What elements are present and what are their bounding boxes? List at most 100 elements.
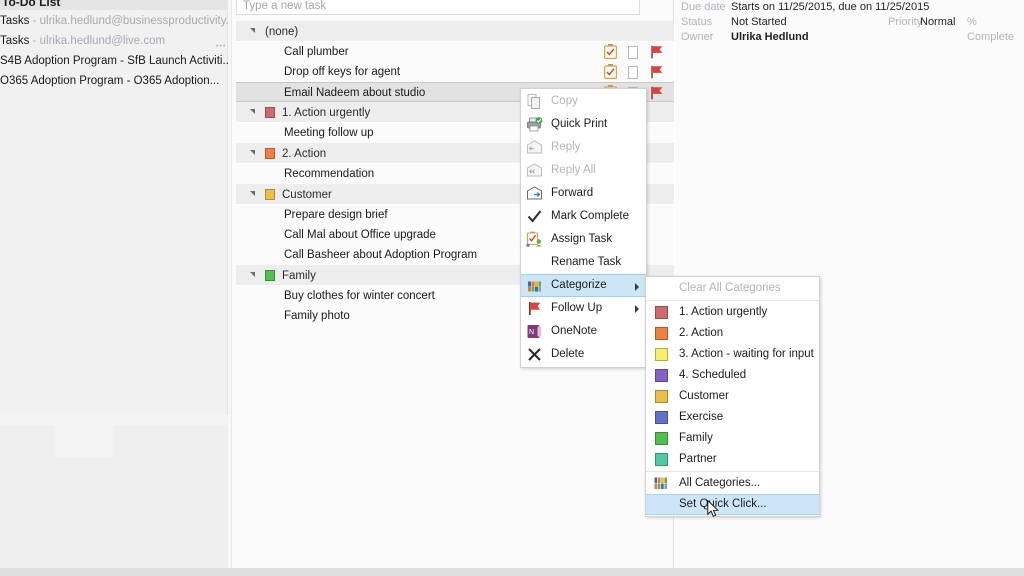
folder-item-tasks-business[interactable]: Tasks - ulrika.hedlund@businessproductiv…: [0, 11, 228, 31]
menu-item-label: Forward: [551, 187, 594, 199]
chevron-right-icon: [635, 283, 639, 291]
categorize-icon: [654, 477, 667, 489]
reminder-checkbox-icon[interactable]: [628, 66, 638, 79]
folder-pane-lower-area: [0, 425, 228, 568]
submenu-item-label: 3. Action - waiting for input: [679, 348, 814, 360]
submenu-item-category-waiting-for-input[interactable]: 3. Action - waiting for input: [646, 344, 819, 365]
menu-item-mark-complete[interactable]: Mark Complete: [521, 205, 646, 228]
task-group-label: Customer: [282, 189, 332, 201]
task-title: Call Mal about Office upgrade: [284, 229, 436, 241]
task-title: Call plumber: [284, 46, 349, 58]
task-group-label: Family: [282, 270, 316, 282]
submenu-item-category-family[interactable]: Family: [646, 428, 819, 449]
priority-label: Priority: [888, 16, 923, 28]
task-group-header-none[interactable]: (none): [236, 21, 674, 42]
task-row[interactable]: Call plumber: [236, 42, 674, 62]
submenu-item-category-customer[interactable]: Customer: [646, 386, 819, 407]
category-color-swatch: [265, 189, 275, 200]
task-title: Drop off keys for agent: [284, 66, 401, 78]
collapse-triangle-icon[interactable]: [250, 109, 255, 114]
task-title: Family photo: [284, 310, 350, 322]
menu-item-categorize[interactable]: Categorize: [521, 274, 646, 297]
follow-up-flag-icon[interactable]: [650, 65, 664, 79]
submenu-item-all-categories[interactable]: All Categories...: [646, 473, 819, 494]
menu-item-label: Assign Task: [551, 233, 613, 245]
clipboard-check-icon[interactable]: [604, 64, 617, 79]
menu-item-rename-task[interactable]: Rename Task: [521, 251, 646, 274]
menu-item-label: Follow Up: [551, 302, 603, 314]
folder-item-sep: -: [29, 15, 40, 27]
forward-icon: [527, 186, 542, 200]
submenu-separator: [646, 300, 819, 301]
assign-task-icon: [526, 231, 542, 247]
category-color-swatch: [655, 306, 668, 319]
outlook-todo-window: To-Do List Tasks - ulrika.hedlund@busine…: [0, 0, 1024, 576]
task-title: Recommendation: [284, 168, 375, 180]
task-row-icons: [604, 43, 670, 61]
task-row[interactable]: Drop off keys for agent: [236, 62, 674, 82]
submenu-item-label: Set Quick Click...: [679, 498, 767, 510]
task-row-icons: [604, 63, 670, 81]
detail-label: Owner: [681, 31, 714, 43]
menu-item-onenote[interactable]: N OneNote: [521, 320, 646, 343]
menu-item-reply-all[interactable]: Reply All: [521, 159, 646, 182]
new-task-input[interactable]: Type a new task: [236, 0, 640, 15]
delete-x-icon: [528, 348, 541, 361]
category-color-swatch: [655, 348, 668, 361]
priority-value: Normal: [920, 16, 956, 28]
category-color-swatch: [655, 432, 668, 445]
follow-up-flag-icon[interactable]: [650, 86, 664, 100]
submenu-item-label: Exercise: [679, 411, 724, 423]
detail-row-status: Status Not Started Priority Normal % Com…: [681, 15, 1024, 43]
categorize-submenu: Clear All Categories 1. Action urgently …: [645, 276, 820, 517]
folder-pane-placeholder-block: [55, 425, 113, 457]
submenu-item-category-exercise[interactable]: Exercise: [646, 407, 819, 428]
task-title: Meeting follow up: [284, 127, 374, 139]
submenu-item-category-action-urgently[interactable]: 1. Action urgently: [646, 302, 819, 323]
menu-item-reply[interactable]: Reply: [521, 136, 646, 159]
menu-item-forward[interactable]: Forward: [521, 182, 646, 205]
collapse-triangle-icon[interactable]: [250, 191, 255, 196]
folder-item-name: O365 Adoption Program - O365 Adoption...: [0, 75, 220, 87]
category-color-swatch: [655, 453, 668, 466]
folder-item-tasks-live[interactable]: Tasks - ulrika.hedlund@live.com: [0, 31, 228, 51]
detail-row-due-date: Due date Starts on 11/25/2015, due on 11…: [681, 0, 1024, 15]
reminder-checkbox-icon[interactable]: [628, 46, 638, 59]
menu-item-delete[interactable]: Delete: [521, 343, 646, 366]
category-color-swatch: [655, 390, 668, 403]
menu-item-copy[interactable]: Copy: [521, 90, 646, 113]
clipboard-check-icon[interactable]: [604, 44, 617, 59]
task-title: Buy clothes for winter concert: [284, 290, 435, 302]
task-group-label: 2. Action: [282, 148, 327, 160]
context-menu: Copy Quick Print Reply Reply All Forward…: [520, 88, 647, 368]
follow-up-flag-icon[interactable]: [650, 45, 664, 59]
submenu-separator: [646, 471, 819, 472]
submenu-item-category-action[interactable]: 2. Action: [646, 323, 819, 344]
submenu-item-clear-all-categories[interactable]: Clear All Categories: [646, 278, 819, 299]
submenu-item-set-quick-click[interactable]: Set Quick Click...: [646, 494, 819, 515]
menu-item-follow-up[interactable]: Follow Up: [521, 297, 646, 320]
collapse-triangle-icon[interactable]: [250, 272, 255, 277]
folder-item-s4b-adoption[interactable]: S4B Adoption Program - SfB Launch Activi…: [0, 51, 228, 71]
collapse-triangle-icon[interactable]: [250, 28, 255, 33]
menu-item-label: OneNote: [551, 325, 598, 337]
category-color-swatch: [265, 107, 275, 118]
task-detail-grid: Due date Starts on 11/25/2015, due on 11…: [681, 0, 1024, 45]
submenu-item-label: All Categories...: [679, 477, 761, 489]
svg-text:N: N: [529, 329, 534, 336]
submenu-item-category-partner[interactable]: Partner: [646, 449, 819, 470]
folder-item-o365-adoption[interactable]: O365 Adoption Program - O365 Adoption...: [0, 71, 228, 91]
category-color-swatch: [655, 327, 668, 340]
task-title: Prepare design brief: [284, 209, 388, 221]
submenu-item-category-scheduled[interactable]: 4. Scheduled: [646, 365, 819, 386]
collapse-triangle-icon[interactable]: [250, 150, 255, 155]
task-group-label: 1. Action urgently: [282, 107, 371, 119]
folder-item-name: S4B Adoption Program - SfB Launch Activi…: [0, 55, 228, 67]
submenu-item-label: 1. Action urgently: [679, 306, 768, 318]
detail-value: Starts on 11/25/2015, due on 11/25/2015: [731, 1, 930, 13]
folder-pane: To-Do List Tasks - ulrika.hedlund@busine…: [0, 0, 228, 568]
menu-item-quick-print[interactable]: Quick Print: [521, 113, 646, 136]
bottom-bar: [0, 568, 1024, 576]
quick-print-icon: [527, 117, 543, 132]
menu-item-assign-task[interactable]: Assign Task: [521, 228, 646, 251]
